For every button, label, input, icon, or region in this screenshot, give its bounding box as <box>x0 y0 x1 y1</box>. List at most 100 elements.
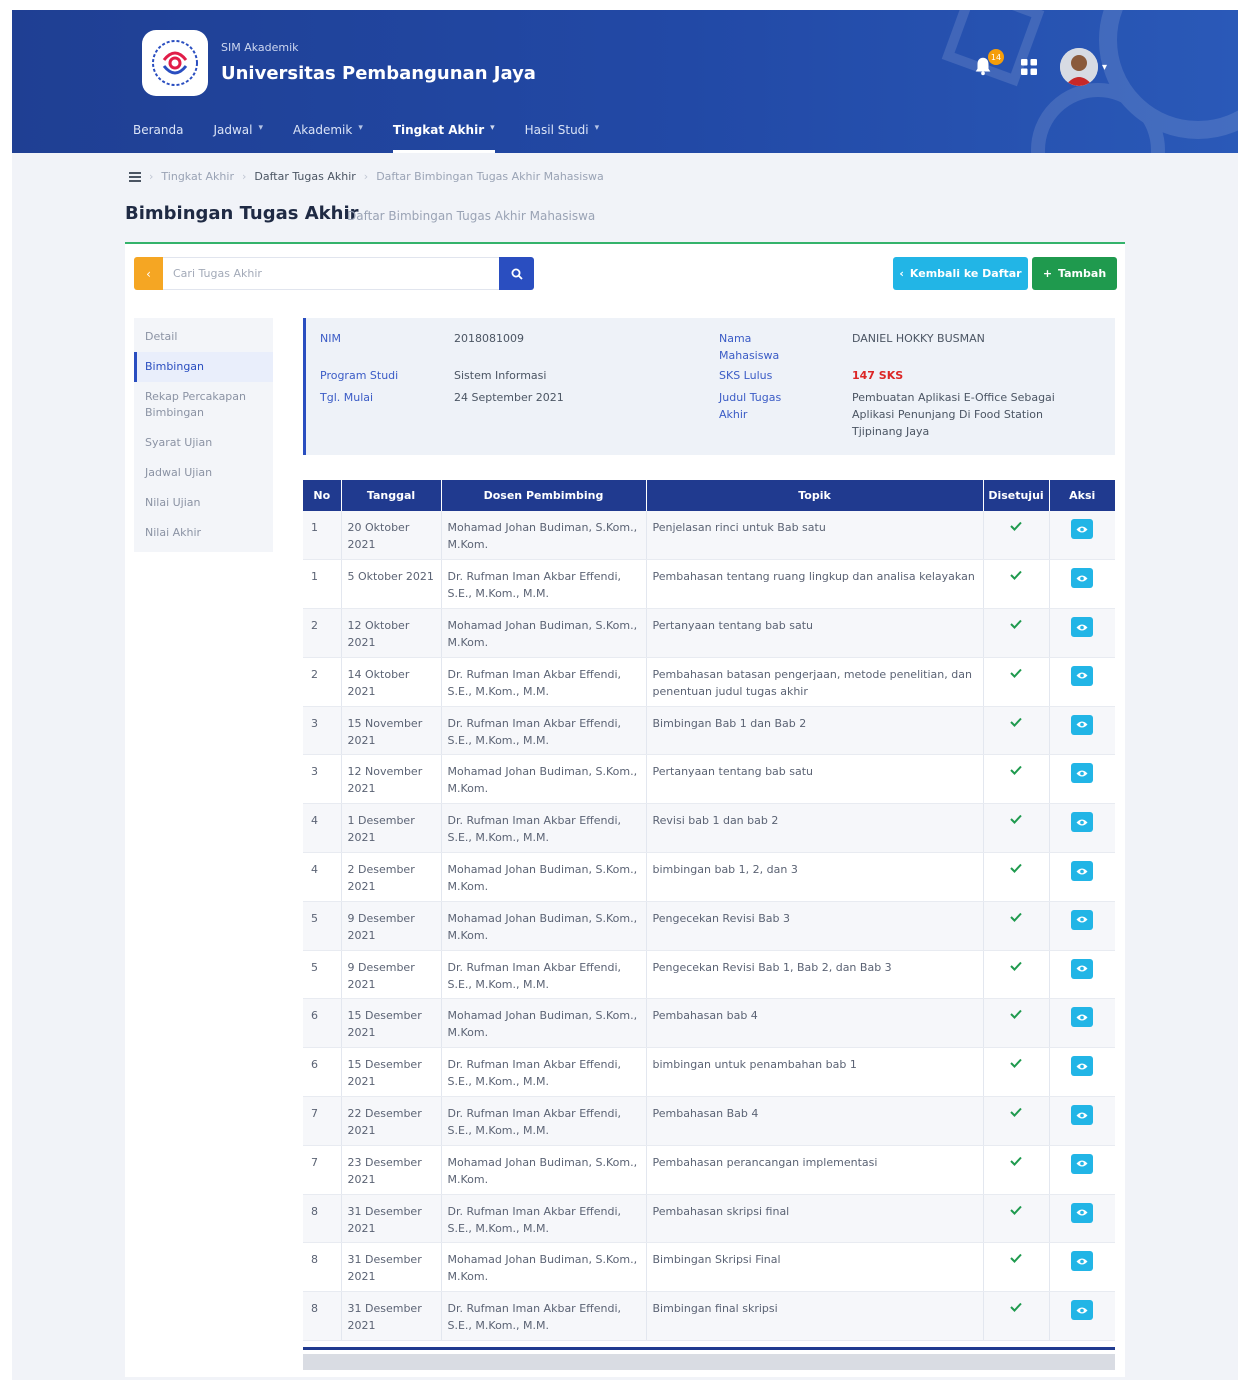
nav-tingkat-akhir[interactable]: Tingkat Akhir ▾ <box>392 121 495 153</box>
view-button[interactable] <box>1071 1105 1094 1126</box>
grid-icon[interactable] <box>1020 58 1038 76</box>
cell-aksi <box>1049 803 1115 854</box>
side-item-nilai-ujian[interactable]: Nilai Ujian <box>134 488 273 518</box>
side-item-nilai-akhir[interactable]: Nilai Akhir <box>134 518 273 548</box>
side-item-jadwal-ujian[interactable]: Jadwal Ujian <box>134 458 273 488</box>
back-to-list-button[interactable]: ‹ Kembali ke Daftar <box>893 257 1028 290</box>
cell-tanggal: 2 Desember 2021 <box>341 852 442 902</box>
table-row: 6 15 Desember 2021 Dr. Rufman Iman Akbar E… <box>303 1047 1115 1098</box>
eye-icon <box>1076 965 1088 972</box>
cell-aksi <box>1049 950 1115 1000</box>
cell-tanggal: 12 November 2021 <box>341 754 442 805</box>
nav-jadwal[interactable]: Jadwal ▾ <box>213 121 263 153</box>
cell-aksi <box>1049 706 1115 756</box>
cell-aksi <box>1049 511 1115 561</box>
header-actions: 14 ▾ <box>972 48 1107 86</box>
notification-button[interactable]: 14 <box>972 49 1004 79</box>
cell-aksi <box>1049 1291 1115 1342</box>
table-row: 15 Oktober 2021 Dr. Rufman Iman Akbar Eff… <box>303 559 1115 610</box>
table-row: 7 23 Desember 2021 Mohamad Johan Budiman, … <box>303 1145 1115 1195</box>
nav-hasil-studi[interactable]: Hasil Studi ▾ <box>525 121 600 153</box>
cell-no: 8 <box>303 1242 342 1293</box>
view-button[interactable] <box>1071 1056 1094 1077</box>
add-button[interactable]: + Tambah <box>1032 257 1117 290</box>
cell-no: 1 <box>303 511 342 561</box>
cell-tanggal: 31 Desember 2021 <box>341 1291 442 1342</box>
user-photo-icon <box>1060 48 1098 86</box>
search-button[interactable] <box>499 257 534 290</box>
cell-disetujui <box>983 901 1050 951</box>
cell-dosen: Dr. Rufman Iman Akbar Effendi, S.E., M.K… <box>441 657 647 707</box>
cell-no: 8 <box>303 1194 342 1244</box>
view-button[interactable] <box>1071 861 1094 882</box>
cell-topik: Bimbingan Skripsi Final <box>646 1242 984 1293</box>
nav-label: Hasil Studi <box>524 123 589 137</box>
view-button[interactable] <box>1071 812 1094 833</box>
nav-label: Akademik <box>293 123 353 137</box>
cell-tanggal: 9 Desember 2021 <box>341 901 442 951</box>
nav-beranda[interactable]: Beranda <box>133 121 183 153</box>
side-item-syarat-ujian[interactable]: Syarat Ujian <box>134 428 273 458</box>
cell-tanggal: 31 Desember 2021 <box>341 1194 442 1244</box>
view-button[interactable] <box>1071 617 1094 638</box>
cell-no: 6 <box>303 998 342 1049</box>
view-button[interactable] <box>1071 519 1094 539</box>
table-row: 2 14 Oktober 2021 Dr. Rufman Iman Akbar Ef… <box>303 657 1115 707</box>
view-button[interactable] <box>1071 1202 1094 1223</box>
cell-no: 3 <box>303 754 342 805</box>
view-button[interactable] <box>1071 1251 1094 1272</box>
view-button[interactable] <box>1071 1300 1094 1321</box>
cell-disetujui <box>983 1291 1050 1342</box>
cell-disetujui <box>983 559 1050 610</box>
eye-icon <box>1076 819 1088 826</box>
bimbingan-table-wrapper: No Tanggal Dosen Pembimbing Topik Disetu… <box>303 480 1115 1342</box>
horizontal-scrollbar[interactable] <box>303 1354 1115 1370</box>
bars-icon[interactable] <box>129 171 141 182</box>
view-button[interactable] <box>1071 763 1094 784</box>
cell-aksi <box>1049 901 1115 951</box>
university-logo[interactable] <box>142 30 208 96</box>
side-item-detail[interactable]: Detail <box>134 322 273 352</box>
view-button[interactable] <box>1071 1007 1094 1028</box>
view-button[interactable] <box>1071 568 1094 589</box>
breadcrumb-separator: › <box>149 170 154 183</box>
view-button[interactable] <box>1071 714 1094 735</box>
nav-label: Beranda <box>133 123 184 137</box>
page-subtitle: Daftar Bimbingan Tugas Akhir Mahasiswa <box>347 209 596 223</box>
breadcrumb: › Tingkat Akhir › Daftar Tugas Akhir › D… <box>129 170 604 183</box>
search-prefix-button[interactable]: ‹ <box>134 257 163 290</box>
side-item-rekap-percakapan[interactable]: Rekap Percakapan Bimbingan <box>134 382 273 428</box>
cell-topik: Pembahasan batasan pengerjaan, metode pe… <box>646 657 984 707</box>
brand-title[interactable]: Universitas Pembangunan Jaya <box>221 63 536 84</box>
view-button[interactable] <box>1071 958 1094 979</box>
view-button[interactable] <box>1071 1153 1094 1174</box>
search-input[interactable] <box>163 257 499 290</box>
plus-icon: + <box>1042 267 1053 280</box>
cell-topik: Bimbingan Bab 1 dan Bab 2 <box>646 706 984 756</box>
cell-topik: Pembahasan tentang ruang lingkup dan ana… <box>646 559 984 610</box>
column-header-topik: Topik <box>646 480 984 511</box>
cell-topik: Pembahasan perancangan implementasi <box>646 1145 984 1195</box>
cell-topik: Revisi bab 1 dan bab 2 <box>646 803 984 854</box>
table-row: 59 Desember 2021 Mohamad Johan Budiman, S… <box>303 901 1115 951</box>
breadcrumb-item[interactable]: Daftar Tugas Akhir <box>254 170 355 183</box>
table-bottom-border <box>303 1347 1115 1350</box>
side-item-bimbingan[interactable]: Bimbingan <box>134 352 273 382</box>
eye-icon <box>1076 1014 1088 1021</box>
user-menu-caret-icon[interactable]: ▾ <box>1102 62 1107 73</box>
breadcrumb-item[interactable]: Tingkat Akhir <box>161 170 234 183</box>
view-button[interactable] <box>1071 665 1094 686</box>
sks-value: 147 SKS <box>852 369 904 382</box>
nav-akademik[interactable]: Akademik ▾ <box>293 121 363 153</box>
cell-dosen: Dr. Rufman Iman Akbar Effendi, S.E., M.K… <box>441 803 647 854</box>
breadcrumb-current: Daftar Bimbingan Tugas Akhir Mahasiswa <box>376 170 604 183</box>
view-button[interactable] <box>1071 909 1094 930</box>
sks-label: SKS Lulus <box>719 369 773 382</box>
cell-tanggal: 5 Oktober 2021 <box>341 559 442 610</box>
cell-aksi <box>1049 1047 1115 1098</box>
cell-aksi <box>1049 657 1115 707</box>
user-avatar[interactable] <box>1060 48 1098 86</box>
chevron-left-icon: ‹ <box>899 267 904 280</box>
check-icon <box>1010 668 1022 678</box>
cell-tanggal: 15 Desember 2021 <box>341 1047 442 1098</box>
